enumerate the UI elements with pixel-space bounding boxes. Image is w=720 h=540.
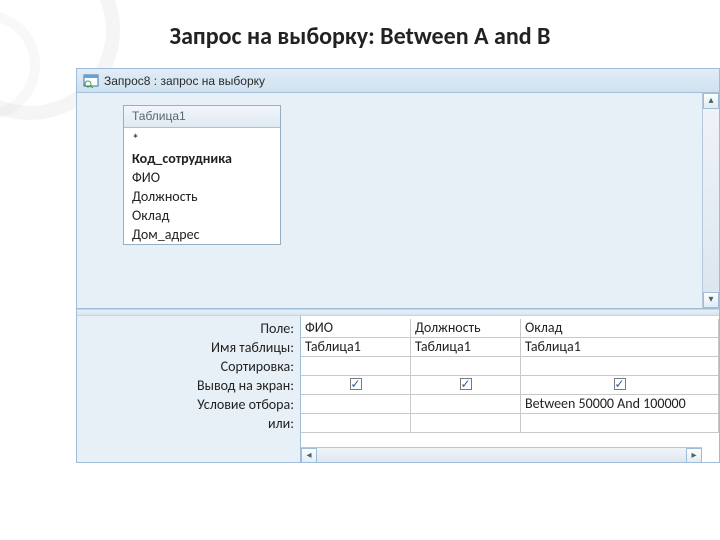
query-design-grid-pane: Поле: Имя таблицы: Сортировка: Вывод на … [77, 316, 719, 463]
grid-cell-criteria[interactable] [301, 395, 411, 414]
scroll-up-arrow-icon[interactable]: ▴ [703, 93, 719, 109]
row-header-sort: Сортировка: [77, 357, 300, 376]
grid-cell-show[interactable] [411, 376, 521, 395]
row-header-criteria: Условие отбора: [77, 395, 300, 414]
field-list-item[interactable]: ФИО [124, 168, 280, 187]
field-list-body: * Код_сотрудника ФИО Должность Оклад Дом… [124, 128, 280, 244]
grid-cell-or[interactable] [301, 414, 411, 433]
grid-cell-field[interactable]: Должность [411, 319, 521, 338]
row-header-or: или: [77, 414, 300, 433]
grid-cell-show[interactable] [301, 376, 411, 395]
grid-cell-field[interactable]: ФИО [301, 319, 411, 338]
window-title-text: Запрос8 : запрос на выборку [104, 74, 265, 88]
field-list-item-pk[interactable]: Код_сотрудника [124, 149, 280, 168]
field-list-table-name[interactable]: Таблица1 [124, 106, 280, 128]
grid-cell-field[interactable]: Оклад [521, 319, 719, 338]
field-list-panel[interactable]: Таблица1 * Код_сотрудника ФИО Должность … [123, 105, 281, 245]
design-grid: ФИО Должность Оклад Таблица1 Таблица1 Та… [300, 316, 719, 463]
slide-heading: Запрос на выборку: Between A and B [0, 0, 720, 61]
grid-cell-criteria[interactable]: Between 50000 And 100000 [521, 395, 719, 414]
query-window-icon [83, 73, 99, 89]
checkbox-checked-icon[interactable] [350, 378, 362, 390]
grid-cell-or[interactable] [411, 414, 521, 433]
scroll-right-arrow-icon[interactable]: ▸ [686, 448, 702, 463]
checkbox-checked-icon[interactable] [614, 378, 626, 390]
vertical-scrollbar[interactable]: ▴ ▾ [702, 93, 719, 308]
field-list-item[interactable]: Дом_адрес [124, 225, 280, 244]
field-list-item[interactable]: Должность [124, 187, 280, 206]
grid-cell-or[interactable] [521, 414, 719, 433]
grid-cell-table[interactable]: Таблица1 [411, 338, 521, 357]
scroll-left-arrow-icon[interactable]: ◂ [301, 448, 317, 463]
grid-cell-sort[interactable] [301, 357, 411, 376]
row-header-table: Имя таблицы: [77, 338, 300, 357]
field-list-item-star[interactable]: * [124, 130, 280, 149]
query-designer-window: Запрос8 : запрос на выборку Таблица1 * К… [76, 68, 720, 463]
grid-cell-sort[interactable] [411, 357, 521, 376]
pane-splitter[interactable] [77, 309, 719, 316]
table-diagram-pane[interactable]: Таблица1 * Код_сотрудника ФИО Должность … [77, 93, 719, 309]
window-titlebar[interactable]: Запрос8 : запрос на выборку [77, 69, 719, 93]
field-list-item[interactable]: Оклад [124, 206, 280, 225]
row-header-show: Вывод на экран: [77, 376, 300, 395]
grid-cell-show[interactable] [521, 376, 719, 395]
design-grid-row-headers: Поле: Имя таблицы: Сортировка: Вывод на … [77, 316, 300, 463]
checkbox-checked-icon[interactable] [460, 378, 472, 390]
grid-cell-table[interactable]: Таблица1 [301, 338, 411, 357]
scroll-down-arrow-icon[interactable]: ▾ [703, 292, 719, 308]
horizontal-scrollbar[interactable]: ◂ ▸ [301, 447, 702, 463]
grid-cell-sort[interactable] [521, 357, 719, 376]
grid-cell-criteria[interactable] [411, 395, 521, 414]
row-header-field: Поле: [77, 319, 300, 338]
grid-cell-table[interactable]: Таблица1 [521, 338, 719, 357]
